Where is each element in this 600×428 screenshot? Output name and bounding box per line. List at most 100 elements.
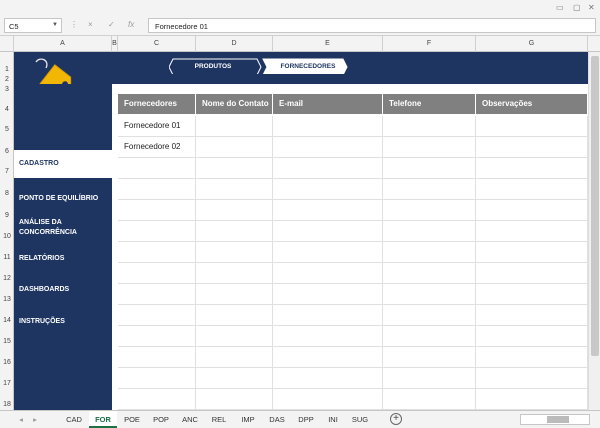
table-cell[interactable] bbox=[273, 158, 383, 179]
enter-icon[interactable]: ✓ bbox=[108, 20, 115, 29]
table-cell[interactable] bbox=[383, 137, 476, 158]
table-header[interactable]: Telefone bbox=[383, 94, 476, 114]
table-cell[interactable] bbox=[476, 305, 588, 326]
chevron-down-icon[interactable]: ▼ bbox=[52, 22, 58, 28]
table-cell[interactable] bbox=[383, 389, 476, 410]
sheet-tab-das[interactable]: DAS bbox=[263, 411, 291, 428]
table-cell[interactable] bbox=[196, 242, 273, 263]
table-cell[interactable] bbox=[383, 326, 476, 347]
table-cell[interactable] bbox=[476, 137, 588, 158]
row-header[interactable]: 10 bbox=[0, 233, 14, 240]
table-cell[interactable] bbox=[196, 137, 273, 158]
scroll-thumb[interactable] bbox=[547, 416, 569, 423]
sheet-tab-anc[interactable]: ANC bbox=[176, 411, 204, 428]
table-cell[interactable] bbox=[273, 263, 383, 284]
row-header[interactable]: 4 bbox=[0, 106, 14, 113]
row-header[interactable]: 7 bbox=[0, 168, 14, 175]
table-cell[interactable] bbox=[476, 242, 588, 263]
sheet-tab-imp[interactable]: IMP bbox=[234, 411, 262, 428]
row-header[interactable]: 9 bbox=[0, 212, 14, 219]
sidebar-item-analise[interactable]: ANÁLISE DA bbox=[19, 218, 62, 228]
table-cell[interactable] bbox=[118, 347, 196, 368]
table-cell[interactable] bbox=[273, 179, 383, 200]
table-cell[interactable] bbox=[273, 326, 383, 347]
vertical-scrollbar[interactable] bbox=[588, 52, 600, 410]
row-header[interactable]: 12 bbox=[0, 275, 14, 282]
table-cell[interactable] bbox=[118, 389, 196, 410]
table-cell[interactable] bbox=[476, 389, 588, 410]
table-cell[interactable] bbox=[196, 305, 273, 326]
table-header[interactable]: Nome do Contato bbox=[196, 94, 273, 114]
row-header[interactable]: 16 bbox=[0, 359, 14, 366]
table-cell[interactable] bbox=[476, 368, 588, 389]
add-sheet-button[interactable]: + bbox=[390, 413, 402, 425]
cancel-icon[interactable]: × bbox=[88, 20, 93, 29]
sheet-tab-ini[interactable]: INI bbox=[321, 411, 345, 428]
row-header[interactable]: 3 bbox=[0, 86, 14, 93]
table-cell[interactable] bbox=[273, 389, 383, 410]
scroll-thumb[interactable] bbox=[591, 56, 599, 356]
table-cell[interactable] bbox=[476, 263, 588, 284]
table-cell[interactable] bbox=[118, 284, 196, 305]
row-header[interactable]: 1 bbox=[0, 66, 14, 73]
table-cell[interactable] bbox=[118, 368, 196, 389]
row-header[interactable]: 14 bbox=[0, 317, 14, 324]
table-cell[interactable] bbox=[476, 221, 588, 242]
table-cell[interactable] bbox=[196, 179, 273, 200]
table-cell[interactable] bbox=[383, 200, 476, 221]
table-cell[interactable] bbox=[273, 221, 383, 242]
table-cell[interactable] bbox=[273, 137, 383, 158]
table-cell[interactable] bbox=[196, 326, 273, 347]
row-header[interactable]: 8 bbox=[0, 190, 14, 197]
sheet-tab-dpp[interactable]: DPP bbox=[292, 411, 320, 428]
column-header-g[interactable]: G bbox=[476, 36, 588, 52]
table-cell[interactable] bbox=[196, 368, 273, 389]
sheet-tab-poe[interactable]: POE bbox=[118, 411, 146, 428]
column-header-f[interactable]: F bbox=[383, 36, 476, 52]
table-cell[interactable] bbox=[196, 263, 273, 284]
table-cell[interactable] bbox=[383, 242, 476, 263]
table-cell[interactable] bbox=[476, 179, 588, 200]
table-cell[interactable] bbox=[118, 305, 196, 326]
sidebar-item-concorrencia[interactable]: CONCORRÊNCIA bbox=[19, 228, 77, 238]
table-cell[interactable] bbox=[118, 158, 196, 179]
row-header[interactable]: 5 bbox=[0, 126, 14, 133]
table-cell[interactable] bbox=[273, 200, 383, 221]
table-cell[interactable] bbox=[196, 116, 273, 137]
sidebar-item-ponto-de-equilibrio[interactable]: PONTO DE EQUILÍBRIO bbox=[19, 194, 98, 204]
sheet-tab-pop[interactable]: POP bbox=[147, 411, 175, 428]
tab-produtos[interactable]: PRODUTOS bbox=[169, 59, 257, 75]
table-cell[interactable] bbox=[383, 305, 476, 326]
table-cell[interactable]: Fornecedore 02 bbox=[118, 137, 196, 158]
name-box[interactable]: C5 ▼ bbox=[4, 18, 62, 33]
sheet-tab-for[interactable]: FOR bbox=[89, 411, 117, 428]
row-header[interactable]: 18 bbox=[0, 401, 14, 408]
sheet-tab-cad[interactable]: CAD bbox=[60, 411, 88, 428]
row-header[interactable]: 13 bbox=[0, 296, 14, 303]
table-cell[interactable] bbox=[196, 389, 273, 410]
table-cell[interactable] bbox=[273, 116, 383, 137]
column-header-a[interactable]: A bbox=[14, 36, 112, 52]
select-all-corner[interactable] bbox=[0, 36, 14, 52]
table-cell[interactable] bbox=[196, 347, 273, 368]
table-cell[interactable] bbox=[383, 179, 476, 200]
table-cell[interactable] bbox=[118, 263, 196, 284]
table-cell[interactable] bbox=[196, 221, 273, 242]
table-cell[interactable] bbox=[273, 284, 383, 305]
table-cell[interactable]: Fornecedore 01 bbox=[118, 116, 196, 137]
table-cell[interactable] bbox=[273, 242, 383, 263]
table-cell[interactable] bbox=[118, 221, 196, 242]
row-header[interactable]: 15 bbox=[0, 338, 14, 345]
sidebar-item-dashboards[interactable]: DASHBOARDS bbox=[19, 285, 69, 295]
table-cell[interactable] bbox=[476, 284, 588, 305]
scroll-tabs-right-icon[interactable]: ▸ bbox=[30, 411, 40, 428]
column-header-e[interactable]: E bbox=[273, 36, 383, 52]
table-cell[interactable] bbox=[476, 347, 588, 368]
row-header[interactable]: 17 bbox=[0, 380, 14, 387]
sidebar-item-instrucoes[interactable]: INSTRUÇÕES bbox=[19, 317, 65, 327]
table-cell[interactable] bbox=[383, 347, 476, 368]
sheet-tab-rel[interactable]: REL bbox=[205, 411, 233, 428]
close-icon[interactable]: ✕ bbox=[588, 3, 595, 12]
table-cell[interactable] bbox=[196, 284, 273, 305]
row-header[interactable]: 6 bbox=[0, 148, 14, 155]
